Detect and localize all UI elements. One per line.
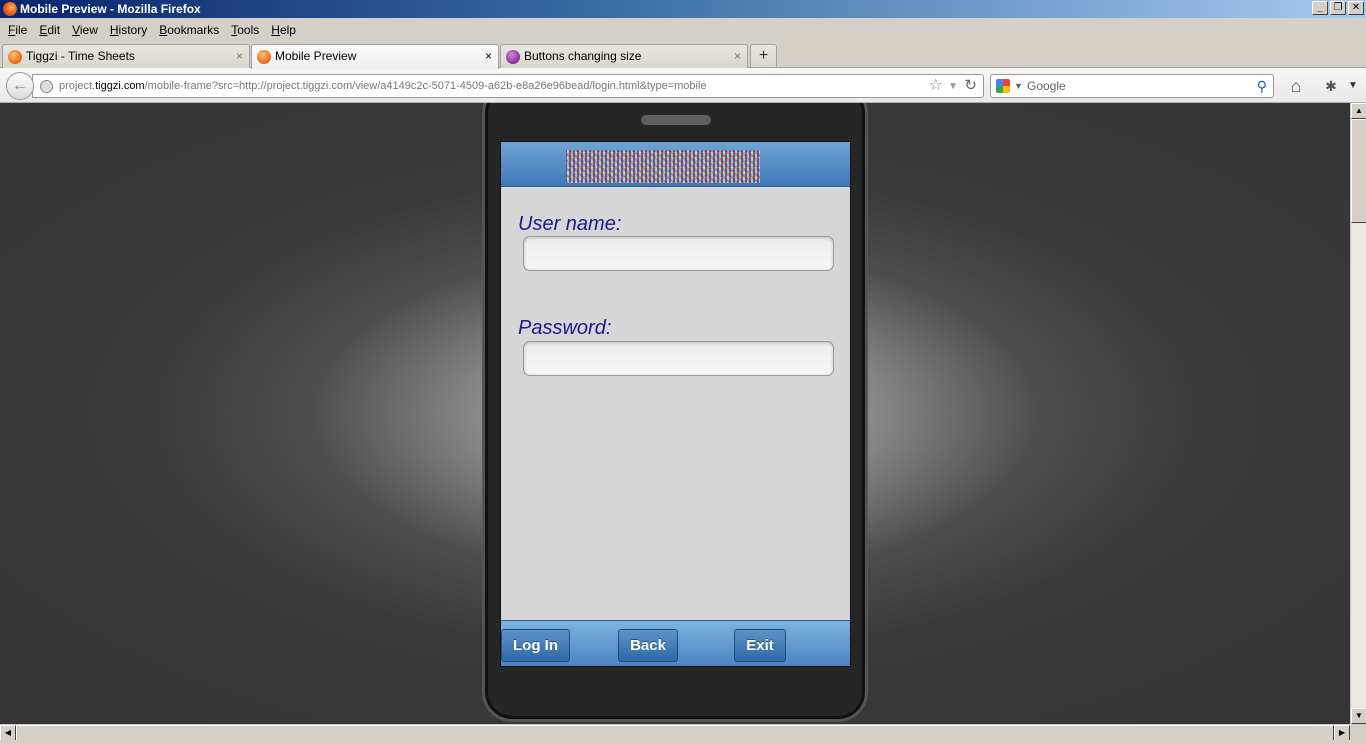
password-label: Password: — [518, 317, 612, 339]
phone-speaker — [641, 115, 711, 125]
menu-bookmarks[interactable]: Bookmarks — [153, 18, 225, 42]
search-icon[interactable]: ⚲ — [1257, 76, 1267, 96]
login-button[interactable]: Log In — [501, 629, 570, 662]
menu-edit[interactable]: Edit — [33, 18, 66, 42]
vertical-scroll-thumb[interactable] — [1351, 119, 1366, 223]
search-bar[interactable]: ▼ Google ⚲ — [990, 74, 1274, 98]
window-title: Mobile Preview - Mozilla Firefox — [20, 2, 201, 16]
app-logo-image — [566, 150, 760, 183]
horizontal-scroll-thumb[interactable] — [16, 725, 1334, 741]
scroll-left-arrow-icon[interactable]: ◀ — [0, 725, 16, 741]
username-label: User name: — [518, 213, 622, 235]
window-title-bar: Mobile Preview - Mozilla Firefox _ ❐ ✕ — [0, 0, 1366, 18]
scroll-up-arrow-icon[interactable]: ▲ — [1351, 103, 1366, 119]
tab-close-icon[interactable]: × — [236, 45, 243, 67]
menu-history[interactable]: History — [104, 18, 153, 42]
exit-button[interactable]: Exit — [734, 629, 786, 662]
tab-tiggzi-time-sheets[interactable]: Tiggzi - Time Sheets × — [2, 44, 250, 68]
menu-view[interactable]: View — [66, 18, 104, 42]
google-icon[interactable] — [996, 79, 1010, 93]
tab-buttons-changing-size[interactable]: Buttons changing size × — [500, 44, 748, 68]
search-engine-dropdown-icon[interactable]: ▼ — [1014, 75, 1023, 97]
menu-file[interactable]: File — [2, 18, 33, 42]
close-window-button[interactable]: ✕ — [1348, 1, 1364, 15]
support-icon — [506, 50, 520, 64]
back-button[interactable]: ← — [6, 72, 34, 100]
url-bar[interactable]: project.tiggzi.com/mobile-frame?src=http… — [32, 74, 984, 98]
window-controls: _ ❐ ✕ — [1312, 1, 1364, 15]
site-identity-icon[interactable] — [40, 80, 53, 93]
back-arrow-icon: ← — [12, 77, 28, 94]
tab-label: Mobile Preview — [275, 49, 357, 63]
search-input[interactable]: Google — [1027, 75, 1066, 97]
home-icon[interactable]: ⌂ — [1285, 75, 1307, 97]
page-content: User name: Password: Log In Back Exit — [0, 103, 1350, 724]
toolbar-menu-dropdown-icon[interactable]: ▼ — [1348, 75, 1362, 97]
tab-mobile-preview[interactable]: Mobile Preview × — [251, 44, 499, 69]
navigation-bar: project.tiggzi.com/mobile-frame?src=http… — [0, 68, 1366, 103]
phone-screen: User name: Password: Log In Back Exit — [500, 141, 851, 667]
restore-button[interactable]: ❐ — [1330, 1, 1346, 15]
back-app-button[interactable]: Back — [618, 629, 678, 662]
tiggzi-icon — [257, 50, 271, 64]
addon-icon[interactable]: ✱ — [1320, 75, 1342, 97]
tab-close-icon[interactable]: × — [734, 45, 741, 67]
tab-label: Buttons changing size — [524, 49, 642, 63]
tab-label: Tiggzi - Time Sheets — [26, 49, 135, 63]
tab-bar: Tiggzi - Time Sheets × Mobile Preview × … — [0, 42, 1366, 69]
password-input[interactable] — [523, 341, 834, 376]
app-header — [501, 142, 850, 187]
history-dropdown-icon[interactable]: ▼ — [948, 77, 958, 97]
scroll-right-arrow-icon[interactable]: ▶ — [1334, 725, 1350, 741]
menu-tools[interactable]: Tools — [225, 18, 265, 42]
tab-close-icon[interactable]: × — [485, 45, 492, 67]
phone-frame: User name: Password: Log In Back Exit — [482, 103, 868, 722]
firefox-logo-icon — [3, 2, 17, 16]
menu-help[interactable]: Help — [265, 18, 302, 42]
scrollbar-corner — [1350, 724, 1366, 744]
username-input[interactable] — [523, 236, 834, 271]
horizontal-scrollbar[interactable]: ◀ ▶ — [0, 724, 1350, 741]
bookmark-star-icon[interactable]: ☆ — [929, 76, 943, 96]
minimize-button[interactable]: _ — [1312, 1, 1328, 15]
url-text[interactable]: project.tiggzi.com/mobile-frame?src=http… — [59, 75, 707, 97]
status-bar — [0, 740, 1350, 744]
reload-icon[interactable]: ↻ — [964, 76, 977, 96]
vertical-scrollbar[interactable]: ▲ ▼ — [1350, 103, 1366, 724]
menu-bar: File Edit View History Bookmarks Tools H… — [0, 18, 1366, 42]
scroll-down-arrow-icon[interactable]: ▼ — [1351, 708, 1366, 724]
new-tab-button[interactable]: + — [750, 44, 777, 68]
tiggzi-icon — [8, 50, 22, 64]
app-footer: Log In Back Exit — [501, 620, 850, 666]
